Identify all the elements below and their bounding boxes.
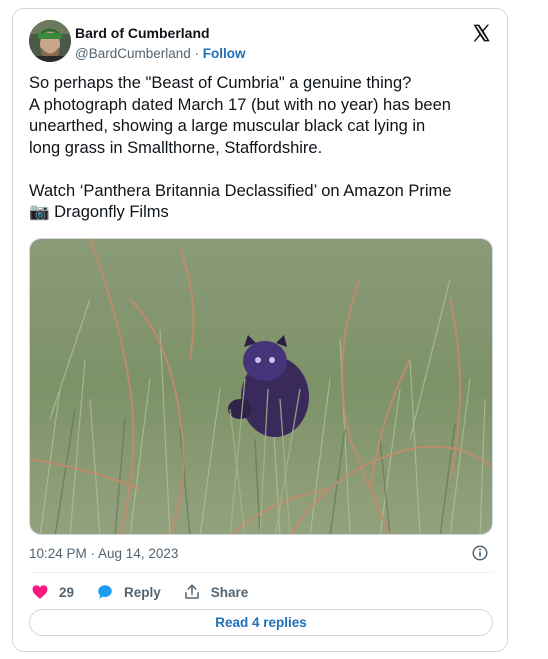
tweet-text: So perhaps the "Beast of Cumbria" a genu… <box>29 73 499 224</box>
heart-icon <box>32 585 48 599</box>
tweet-credit-line: 📷 Dragonfly Films <box>29 202 499 224</box>
read-replies-button[interactable]: Read 4 replies <box>29 609 493 636</box>
author-avatar[interactable] <box>29 20 71 62</box>
share-icon <box>185 584 199 599</box>
x-logo-icon[interactable] <box>471 23 491 43</box>
follow-button[interactable]: Follow <box>203 46 246 61</box>
tweet-promo-line: Watch ‘Panthera Britannia Declassified’ … <box>29 181 452 200</box>
reply-button[interactable]: Reply <box>96 583 161 601</box>
speech-bubble-icon <box>98 585 112 599</box>
camera-icon: 📷 <box>29 203 50 221</box>
share-button[interactable]: Share <box>183 583 249 601</box>
handle-separator: · <box>190 46 203 61</box>
author-name[interactable]: Bard of Cumberland <box>75 25 210 41</box>
author-handle[interactable]: @BardCumberland <box>75 46 191 61</box>
tweet-text-line-3: unearthed, showing a large muscular blac… <box>29 117 426 135</box>
tweet-actions: 29 Reply Share <box>31 581 270 603</box>
tweet-card: Bard of Cumberland @BardCumberland · Fol… <box>12 8 508 652</box>
credit-text: Dragonfly Films <box>54 203 169 221</box>
avatar-image <box>29 20 71 62</box>
tweet-text-line-4: long grass in Smallthorne, Staffordshire… <box>29 138 323 157</box>
like-count: 29 <box>59 584 75 600</box>
share-label: Share <box>210 584 249 600</box>
info-icon[interactable] <box>471 544 489 562</box>
black-cat-in-grass-image <box>30 239 492 534</box>
tweet-timestamp[interactable]: 10:24 PM · Aug 14, 2023 <box>29 546 178 561</box>
like-button[interactable]: 29 <box>31 583 74 601</box>
divider <box>29 572 493 573</box>
tweet-photo[interactable] <box>29 238 493 535</box>
reply-label: Reply <box>124 584 161 600</box>
tweet-text-line-1: So perhaps the "Beast of Cumbria" a genu… <box>29 74 412 92</box>
author-handle-row: @BardCumberland · Follow <box>75 46 246 61</box>
tweet-text-line-2: A photograph dated March 17 (but with no… <box>29 95 451 114</box>
